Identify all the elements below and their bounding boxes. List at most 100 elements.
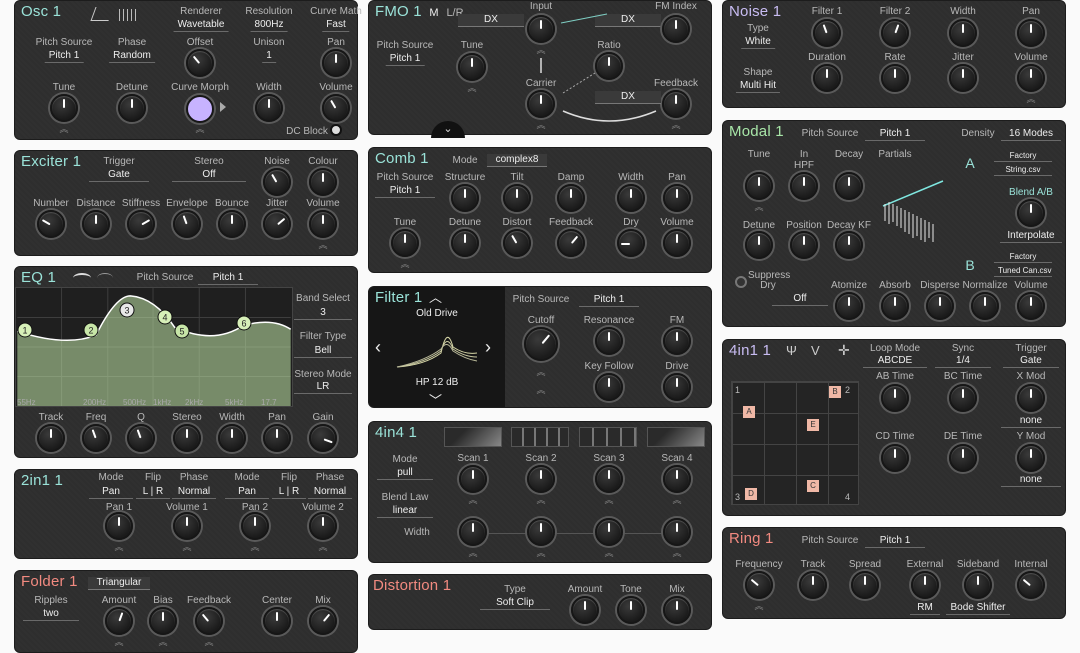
xy-pad-point[interactable]: D: [745, 488, 757, 500]
modal-volume-knob[interactable]: [1017, 292, 1045, 320]
xy-pad-point[interactable]: A: [743, 406, 755, 418]
eq-width-knob[interactable]: [218, 424, 246, 452]
distortion-mix-knob[interactable]: [663, 596, 691, 624]
vol1-mod-chevron[interactable]: ︽: [182, 543, 191, 552]
ring-pitch-source-select[interactable]: Pitch 1: [865, 535, 925, 548]
distortion-type-select[interactable]: Soft Clip: [480, 597, 550, 610]
noise-type-select[interactable]: White: [741, 36, 775, 49]
width4-knob[interactable]: [663, 518, 691, 546]
modal-pitch-source-select[interactable]: Pitch 1: [865, 128, 925, 141]
flip2-select[interactable]: L | R: [272, 486, 306, 499]
pan1-mod-chevron[interactable]: ︽: [114, 543, 123, 552]
blend-ab-knob[interactable]: [1017, 199, 1045, 227]
dc-block-toggle[interactable]: [330, 124, 342, 136]
phase2-select[interactable]: Normal: [308, 486, 352, 499]
x-mod-knob[interactable]: [1017, 384, 1045, 412]
comb-tune-mod-chevron[interactable]: ︽: [400, 260, 409, 269]
osc-tune-knob[interactable]: [50, 94, 78, 122]
width3-mod-chevron[interactable]: ︽: [604, 549, 613, 558]
vol2-knob[interactable]: [309, 512, 337, 540]
pitch-source-select[interactable]: Pitch 1: [44, 50, 84, 63]
normalize-knob[interactable]: [971, 292, 999, 320]
exciter-envelope-knob[interactable]: [173, 210, 201, 238]
model-a-bank-select[interactable]: Factory: [994, 151, 1052, 162]
exciter-number-knob[interactable]: [37, 210, 65, 238]
scan3-knob[interactable]: [595, 465, 623, 493]
flip1-select[interactable]: L | R: [136, 486, 170, 499]
comb-pitch-source-select[interactable]: Pitch 1: [375, 185, 435, 198]
model-b-bank-select[interactable]: Factory: [994, 252, 1052, 263]
eq-track-knob[interactable]: [37, 424, 65, 452]
xy-morph-pad[interactable]: [731, 381, 859, 505]
pan1-knob[interactable]: [105, 512, 133, 540]
eq-gain-knob[interactable]: [309, 424, 337, 452]
fourin1-vee-icon[interactable]: V: [811, 343, 820, 358]
cutoff-mod-chevron[interactable]: ︽: [536, 368, 545, 377]
comb-width-knob[interactable]: [617, 184, 645, 212]
noise-filter2-knob[interactable]: [881, 19, 909, 47]
de-time-knob[interactable]: [949, 444, 977, 472]
distortion-tone-knob[interactable]: [617, 596, 645, 624]
noise-volume-mod-chevron[interactable]: ︽: [1026, 95, 1035, 104]
pan2-mod-chevron[interactable]: ︽: [250, 543, 259, 552]
folder-amount-knob[interactable]: [105, 607, 133, 635]
band-select-value[interactable]: 3: [294, 307, 352, 320]
noise-jitter-knob[interactable]: [949, 64, 977, 92]
modal-detune-knob[interactable]: [745, 231, 773, 259]
cd-time-knob[interactable]: [881, 444, 909, 472]
interpolate-select[interactable]: Interpolate: [1000, 230, 1062, 243]
phase1-select[interactable]: Normal: [172, 486, 216, 499]
noise-shape-select[interactable]: Multi Hit: [735, 80, 781, 93]
model-a-file-select[interactable]: String.csv: [994, 165, 1052, 176]
bode-shifter-select[interactable]: Bode Shifter: [946, 602, 1010, 615]
filter-collapse-chevron-icon[interactable]: ︿: [429, 287, 442, 306]
position-knob[interactable]: [790, 231, 818, 259]
suppress-dry-select[interactable]: Off: [772, 293, 828, 306]
filter-type-select[interactable]: Bell: [294, 345, 352, 358]
width4-mod-chevron[interactable]: ︽: [672, 549, 681, 558]
xy-pad-point[interactable]: C: [807, 480, 819, 492]
speaker-icon[interactable]: [220, 102, 230, 112]
cutoff-knob[interactable]: [524, 327, 558, 361]
eq-band-point[interactable]: 2: [83, 322, 99, 338]
folder-center-knob[interactable]: [263, 607, 291, 635]
waveform-icon[interactable]: [90, 7, 114, 21]
exciter-stiffness-knob[interactable]: [127, 210, 155, 238]
osc-volume-knob[interactable]: [322, 94, 350, 122]
sync-select[interactable]: 1/4: [935, 355, 991, 368]
pan2-knob[interactable]: [241, 512, 269, 540]
eq-band-point[interactable]: 6: [236, 315, 252, 331]
decay-kf-knob[interactable]: [835, 231, 863, 259]
filter-pitch-source-select[interactable]: Pitch 1: [579, 294, 639, 307]
scan4-mod-chevron[interactable]: ︽: [672, 496, 681, 505]
mode2-select[interactable]: Pan: [225, 486, 269, 499]
suppress-dry-toggle[interactable]: [735, 276, 747, 288]
fourin1-trigger-select[interactable]: Gate: [1003, 355, 1059, 368]
y-mod-knob[interactable]: [1017, 444, 1045, 472]
exciter-volume-mod-chevron[interactable]: ︽: [318, 241, 327, 250]
exciter-jitter-knob[interactable]: [263, 210, 291, 238]
comb-dry-knob[interactable]: [617, 229, 645, 257]
folder-type-select[interactable]: Triangular: [88, 577, 150, 590]
eq-band-point[interactable]: 3: [119, 302, 135, 318]
in-hpf-knob[interactable]: [790, 172, 818, 200]
comb-damp-knob[interactable]: [557, 184, 585, 212]
model-b-file-select[interactable]: Tuned Can.csv: [994, 266, 1052, 277]
comb-feedback-knob[interactable]: [557, 229, 585, 257]
folder-bias-knob[interactable]: [149, 607, 177, 635]
stereo-mode-select[interactable]: LR: [294, 381, 352, 394]
ring-spread-knob[interactable]: [851, 571, 879, 599]
eq-pitch-source-select[interactable]: Pitch 1: [198, 272, 258, 285]
folder-amount-mod-chevron[interactable]: ︽: [114, 638, 123, 647]
scan2-mod-chevron[interactable]: ︽: [536, 496, 545, 505]
distortion-amount-knob[interactable]: [571, 596, 599, 624]
ring-internal-knob[interactable]: [1017, 571, 1045, 599]
exciter-bounce-knob[interactable]: [218, 210, 246, 238]
absorb-knob[interactable]: [881, 292, 909, 320]
xy-pad-point[interactable]: E: [807, 419, 819, 431]
scan1-knob[interactable]: [459, 465, 487, 493]
loop-mode-select[interactable]: ABCDE: [863, 355, 927, 368]
comb-volume-knob[interactable]: [663, 229, 691, 257]
osc-pan-knob[interactable]: [322, 49, 350, 77]
width3-knob[interactable]: [595, 518, 623, 546]
